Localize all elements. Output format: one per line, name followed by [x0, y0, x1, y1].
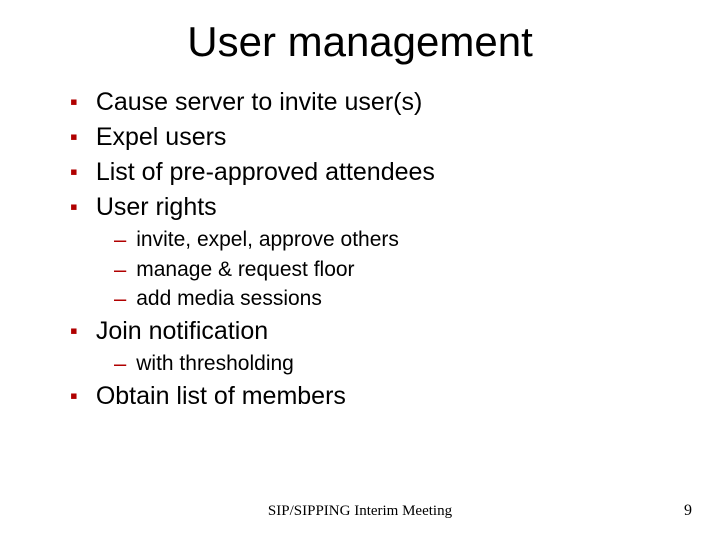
square-bullet-icon: ▪ — [70, 315, 78, 347]
footer-center-text: SIP/SIPPING Interim Meeting — [268, 503, 452, 520]
sub-bullet-item: – add media sessions — [114, 285, 674, 313]
bullet-item: ▪ Expel users — [70, 121, 674, 154]
bullet-item: ▪ Join notification — [70, 315, 674, 348]
bullet-item: ▪ Cause server to invite user(s) — [70, 86, 674, 119]
sub-list: – with thresholding — [114, 350, 674, 378]
bullet-item: ▪ Obtain list of members — [70, 380, 674, 413]
slide-body: ▪ Cause server to invite user(s) ▪ Expel… — [0, 66, 720, 413]
slide-title: User management — [0, 0, 720, 66]
dash-bullet-icon: – — [114, 226, 126, 253]
sub-bullet-item: – invite, expel, approve others — [114, 226, 674, 254]
bullet-text: Join notification — [96, 315, 268, 348]
bullet-item: ▪ List of pre-approved attendees — [70, 156, 674, 189]
bullet-text: Obtain list of members — [96, 380, 346, 413]
dash-bullet-icon: – — [114, 285, 126, 312]
square-bullet-icon: ▪ — [70, 380, 78, 412]
sub-bullet-item: – manage & request floor — [114, 256, 674, 284]
dash-bullet-icon: – — [114, 256, 126, 283]
bullet-text: Expel users — [96, 121, 227, 154]
dash-bullet-icon: – — [114, 350, 126, 377]
page-number: 9 — [684, 502, 692, 520]
slide: User management ▪ Cause server to invite… — [0, 0, 720, 540]
bullet-item: ▪ User rights — [70, 191, 674, 224]
sub-list: – invite, expel, approve others – manage… — [114, 226, 674, 313]
sub-bullet-text: add media sessions — [136, 285, 322, 313]
sub-bullet-item: – with thresholding — [114, 350, 674, 378]
square-bullet-icon: ▪ — [70, 156, 78, 188]
sub-bullet-text: with thresholding — [136, 350, 294, 378]
square-bullet-icon: ▪ — [70, 86, 78, 118]
bullet-text: User rights — [96, 191, 217, 224]
sub-bullet-text: invite, expel, approve others — [136, 226, 399, 254]
square-bullet-icon: ▪ — [70, 191, 78, 223]
bullet-text: Cause server to invite user(s) — [96, 86, 423, 119]
square-bullet-icon: ▪ — [70, 121, 78, 153]
sub-bullet-text: manage & request floor — [136, 256, 354, 284]
bullet-text: List of pre-approved attendees — [96, 156, 435, 189]
